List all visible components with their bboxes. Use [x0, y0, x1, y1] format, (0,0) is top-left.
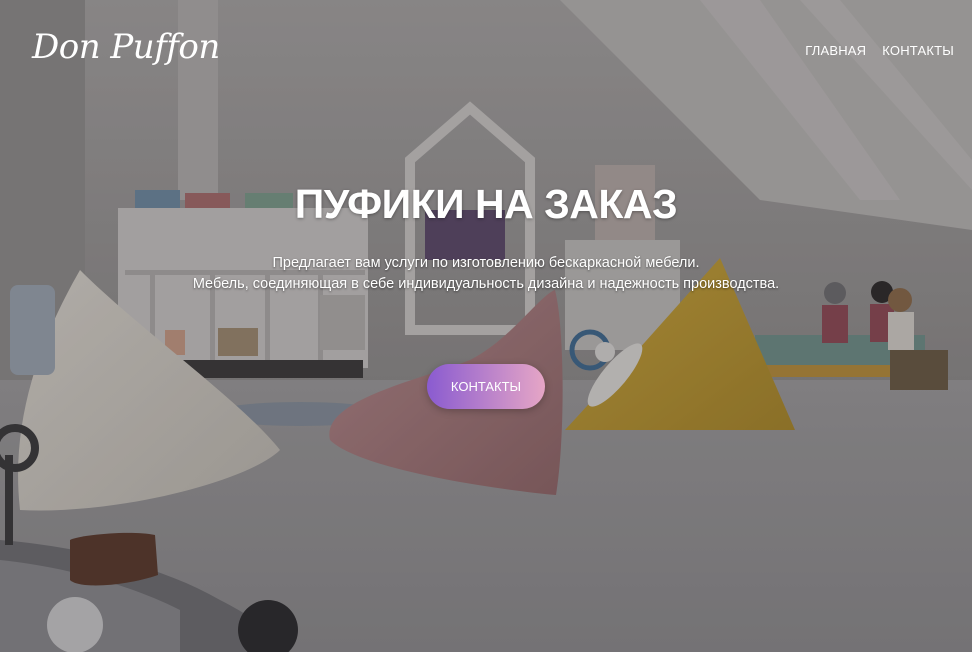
- nav-item-contacts[interactable]: КОНТАКТЫ: [882, 43, 954, 58]
- hero-section: Don Puffon ГЛАВНАЯ КОНТАКТЫ ПУФИКИ НА ЗА…: [0, 0, 972, 652]
- nav-menu: ГЛАВНАЯ КОНТАКТЫ: [805, 43, 954, 58]
- hero-subtitle: Предлагает вам услуги по изготовлению бе…: [0, 253, 972, 295]
- hero-subtitle-line-1: Предлагает вам услуги по изготовлению бе…: [272, 255, 700, 272]
- contacts-cta-button[interactable]: КОНТАКТЫ: [426, 364, 546, 410]
- navbar: Don Puffon ГЛАВНАЯ КОНТАКТЫ: [0, 0, 972, 100]
- hero-title: ПУФИКИ НА ЗАКАЗ: [294, 181, 678, 227]
- nav-item-home[interactable]: ГЛАВНАЯ: [805, 43, 866, 58]
- site-logo[interactable]: Don Puffon: [32, 30, 220, 64]
- hero-content: ПУФИКИ НА ЗАКАЗ Предлагает вам услуги по…: [0, 181, 972, 410]
- hero-subtitle-line-2: Мебель, соединяющая в себе индивидуально…: [192, 276, 780, 293]
